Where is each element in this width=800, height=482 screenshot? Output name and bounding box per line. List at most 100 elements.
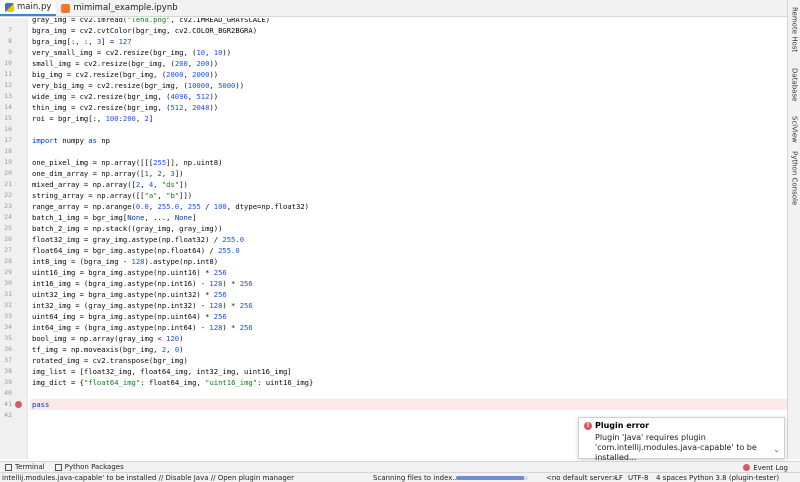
code-line[interactable]: one_dim_array = np.array([1, 2, 3]) <box>30 168 787 179</box>
line-number: 20 <box>4 169 12 177</box>
code-line[interactable]: pass <box>30 399 787 410</box>
line-number: 19 <box>4 158 12 166</box>
code-line[interactable]: gray_img = cv2.imread("lena.png", cv2.IM… <box>30 18 787 25</box>
terminal-tool-button[interactable]: Terminal <box>0 463 50 471</box>
code-line[interactable]: float32_img = gray_img.astype(np.float32… <box>30 234 787 245</box>
line-number: 36 <box>4 345 12 353</box>
terminal-icon <box>5 463 12 471</box>
line-number: 34 <box>4 323 12 331</box>
tab-mimimal-example-ipynb[interactable]: mimimal_example.ipynb <box>56 0 182 16</box>
indent-setting[interactable]: 4 spaces <box>656 473 687 482</box>
database-tool[interactable]: Database <box>789 66 800 104</box>
code-line[interactable]: float64_img = bgr_img.astype(np.float64)… <box>30 245 787 256</box>
code-line[interactable] <box>30 388 787 399</box>
line-number: 14 <box>4 103 12 111</box>
plugin-error-notification[interactable]: ! Plugin error Plugin 'Java' requires pl… <box>578 417 785 462</box>
sciview-label: SciView <box>790 115 799 143</box>
remote-host-label: Remote Host <box>790 7 799 53</box>
status-bar: intellij.modules.java-capable' to be ins… <box>0 472 800 482</box>
line-number: 13 <box>4 92 12 100</box>
code-line[interactable]: int8_img = (bgra_img - 128).astype(np.in… <box>30 256 787 267</box>
sciview-tool[interactable]: SciView <box>789 114 800 144</box>
line-number: 22 <box>4 191 12 199</box>
code-line[interactable]: wide_img = cv2.resize(bgr_img, (4096, 51… <box>30 91 787 102</box>
code-line[interactable]: mixed_array = np.array([2, 4, "ds"]) <box>30 179 787 190</box>
line-number: 33 <box>4 312 12 320</box>
line-number-gutter[interactable]: 7 8 9 10 11 12 13 14 15 16 17 18 19 20 21 22 23 24 25 26 27 2… <box>0 18 28 459</box>
code-line[interactable]: very_small_img = cv2.resize(bgr_img, (10… <box>30 47 787 58</box>
code-line[interactable]: int32_img = (gray_img.astype(np.int32) -… <box>30 300 787 311</box>
status-message[interactable]: intellij.modules.java-capable' to be ins… <box>2 473 294 482</box>
code-line[interactable]: range_array = np.arange(0.0, 255.0, 255 … <box>30 201 787 212</box>
line-separator[interactable]: LF <box>615 473 623 482</box>
python-packages-label: Python Packages <box>64 463 124 471</box>
line-number: 21 <box>4 180 12 188</box>
line-number: 32 <box>4 301 12 309</box>
code-line[interactable]: uint64_img = bgra_img.astype(np.uint64) … <box>30 311 787 322</box>
line-number: 40 <box>4 389 12 397</box>
code-line[interactable]: batch_1_img = bgr_img[None, ..., None] <box>30 212 787 223</box>
code-line[interactable]: uint16_img = bgra_img.astype(np.uint16) … <box>30 267 787 278</box>
notification-message: Plugin 'Java' requires plugin 'com.intel… <box>595 433 757 462</box>
code-line[interactable]: img_list = [float32_img, float64_img, in… <box>30 366 787 377</box>
code-line[interactable]: bool_img = np.array(gray_img < 120) <box>30 333 787 344</box>
code-line[interactable]: int64_img = (bgra_img.astype(np.int64) -… <box>30 322 787 333</box>
code-line[interactable]: tf_img = np.moveaxis(bgr_img, 2, 0) <box>30 344 787 355</box>
database-label: Database <box>790 68 799 102</box>
tab-main-py[interactable]: main.py <box>0 0 57 16</box>
event-log-label: Event Log <box>753 463 788 472</box>
code-area[interactable]: gray_img = cv2.imread("lena.png", cv2.IM… <box>30 18 787 459</box>
chevron-down-icon[interactable]: ⌄ <box>773 445 780 454</box>
remote-host-tool[interactable]: Remote Host <box>789 4 800 56</box>
line-number: 27 <box>4 246 12 254</box>
code-line[interactable]: bgra_img = cv2.cvtColor(bgr_img, cv2.COL… <box>30 25 787 36</box>
line-number: 15 <box>4 114 12 122</box>
code-line[interactable]: int16_img = (bgra_img.astype(np.int16) -… <box>30 278 787 289</box>
code-line[interactable] <box>30 124 787 135</box>
code-line[interactable]: string_array = np.array([["a", "b"]]) <box>30 190 787 201</box>
code-line[interactable]: import numpy as np <box>30 135 787 146</box>
server-selector[interactable]: <no default server> <box>546 473 618 482</box>
code-line[interactable]: batch_2_img = np.stack((gray_img, gray_i… <box>30 223 787 234</box>
line-number: 9 <box>8 48 12 56</box>
line-number: 8 <box>8 37 12 45</box>
notification-title: Plugin error <box>595 421 650 430</box>
event-log-error-icon <box>743 464 751 471</box>
terminal-label: Terminal <box>15 463 45 471</box>
python-interpreter[interactable]: Python 3.8 (plugin-tester) <box>689 473 779 482</box>
line-number: 31 <box>4 290 12 298</box>
line-number: 42 <box>4 411 12 419</box>
file-encoding[interactable]: UTF-8 <box>628 473 648 482</box>
line-number: 18 <box>4 147 12 155</box>
code-line[interactable]: uint32_img = bgra_img.astype(np.uint32) … <box>30 289 787 300</box>
line-number: 38 <box>4 367 12 375</box>
code-line[interactable]: very_big_img = cv2.resize(bgr_img, (1000… <box>30 80 787 91</box>
line-number: 7 <box>8 26 12 34</box>
error-icon: ! <box>584 422 592 430</box>
code-line[interactable]: img_dict = {"float64_img": float64_img, … <box>30 377 787 388</box>
line-number: 10 <box>4 59 12 67</box>
packages-icon <box>54 463 62 471</box>
code-line[interactable] <box>30 146 787 157</box>
code-editor[interactable]: 7 8 9 10 11 12 13 14 15 16 17 18 19 20 21 22 23 24 25 26 27 2… <box>0 18 787 459</box>
code-line[interactable]: roi = bgr_img[:, 100:200, 2] <box>30 113 787 124</box>
tab-label: mimimal_example.ipynb <box>73 3 178 13</box>
code-line[interactable]: big_img = cv2.resize(bgr_img, (2000, 200… <box>30 69 787 80</box>
right-tool-strip: Remote Host Database SciView Python Cons… <box>787 0 800 459</box>
line-number: 26 <box>4 235 12 243</box>
line-number: 23 <box>4 202 12 210</box>
code-line[interactable]: bgra_img[:, :, 3] = 127 <box>30 36 787 47</box>
python-packages-tool-button[interactable]: Python Packages <box>50 463 129 471</box>
code-line[interactable]: one_pixel_img = np.array([[[255]], np.ui… <box>30 157 787 168</box>
code-line[interactable]: rotated_img = cv2.transpose(bgr_img) <box>30 355 787 366</box>
bottom-tool-bar: Terminal Python Packages Event Log <box>0 461 800 472</box>
tab-label: main.py <box>17 2 52 12</box>
code-line[interactable]: thin_img = cv2.resize(bgr_img, (512, 204… <box>30 102 787 113</box>
code-line[interactable]: small_img = cv2.resize(bgr_img, (200, 20… <box>30 58 787 69</box>
line-number: 41 <box>4 400 12 408</box>
breakpoint-icon[interactable] <box>15 401 22 408</box>
line-number: 29 <box>4 268 12 276</box>
python-console-tool[interactable]: Python Console <box>789 151 800 205</box>
indexing-status[interactable]: Scanning files to index... <box>373 473 459 482</box>
line-number: 39 <box>4 378 12 386</box>
